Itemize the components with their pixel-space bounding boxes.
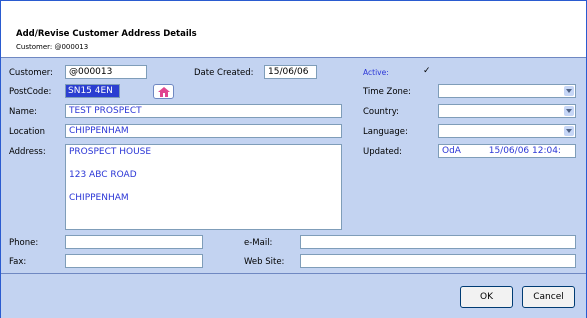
house-icon xyxy=(158,87,170,97)
language-label: Language: xyxy=(363,127,408,137)
country-label: Country: xyxy=(363,107,400,117)
website-label: Web Site: xyxy=(244,257,285,267)
dialog-footer: OK Cancel xyxy=(1,273,586,318)
customer-field[interactable]: @000013 xyxy=(65,65,147,79)
website-field[interactable] xyxy=(300,254,576,268)
updated-time: 15/06/06 12:04: xyxy=(488,146,561,156)
time-zone-label: Time Zone: xyxy=(363,87,412,97)
customer-label: Customer: xyxy=(9,68,54,78)
address-line-1: PROSPECT HOUSE xyxy=(69,147,152,157)
dialog-header: Add/Revise Customer Address Details Cust… xyxy=(1,1,586,58)
country-select[interactable] xyxy=(438,104,576,118)
dialog-window: Add/Revise Customer Address Details Cust… xyxy=(0,0,587,318)
cancel-button[interactable]: Cancel xyxy=(522,286,575,308)
phone-field[interactable] xyxy=(65,235,203,249)
fax-label: Fax: xyxy=(9,257,27,267)
chevron-down-icon[interactable] xyxy=(564,86,574,96)
ok-button[interactable]: OK xyxy=(460,286,513,308)
updated-by: OdA xyxy=(442,146,461,156)
updated-field: OdA 15/06/06 12:04: xyxy=(438,144,576,158)
location-label: Location xyxy=(9,127,45,137)
address-lookup-button[interactable] xyxy=(153,84,174,99)
address-textarea[interactable]: PROSPECT HOUSE 123 ABC ROAD CHIPPENHAM xyxy=(65,144,342,230)
location-field[interactable]: CHIPPENHAM xyxy=(65,124,342,138)
active-checkbox[interactable]: ✓ xyxy=(423,67,431,76)
name-label: Name: xyxy=(9,107,37,117)
address-label: Address: xyxy=(9,147,46,157)
chevron-down-icon[interactable] xyxy=(564,106,574,116)
active-label: Active: xyxy=(363,68,389,77)
phone-label: Phone: xyxy=(9,238,39,248)
email-label: e-Mail: xyxy=(244,238,273,248)
updated-label: Updated: xyxy=(363,147,403,157)
email-field[interactable] xyxy=(300,235,576,249)
dialog-subtitle: Customer: @000013 xyxy=(16,43,89,51)
address-line-3: CHIPPENHAM xyxy=(69,193,129,203)
postcode-field[interactable]: SN15 4EN xyxy=(65,84,120,98)
date-created-field[interactable]: 15/06/06 xyxy=(264,65,317,79)
language-select[interactable] xyxy=(438,124,576,138)
time-zone-select[interactable] xyxy=(438,84,576,98)
dialog-title: Add/Revise Customer Address Details xyxy=(16,29,197,39)
fax-field[interactable] xyxy=(65,254,203,268)
chevron-down-icon[interactable] xyxy=(564,126,574,136)
postcode-label: PostCode: xyxy=(9,87,52,97)
address-line-2: 123 ABC ROAD xyxy=(69,170,137,180)
name-field[interactable]: TEST PROSPECT xyxy=(65,104,342,118)
date-created-label: Date Created: xyxy=(194,68,254,78)
